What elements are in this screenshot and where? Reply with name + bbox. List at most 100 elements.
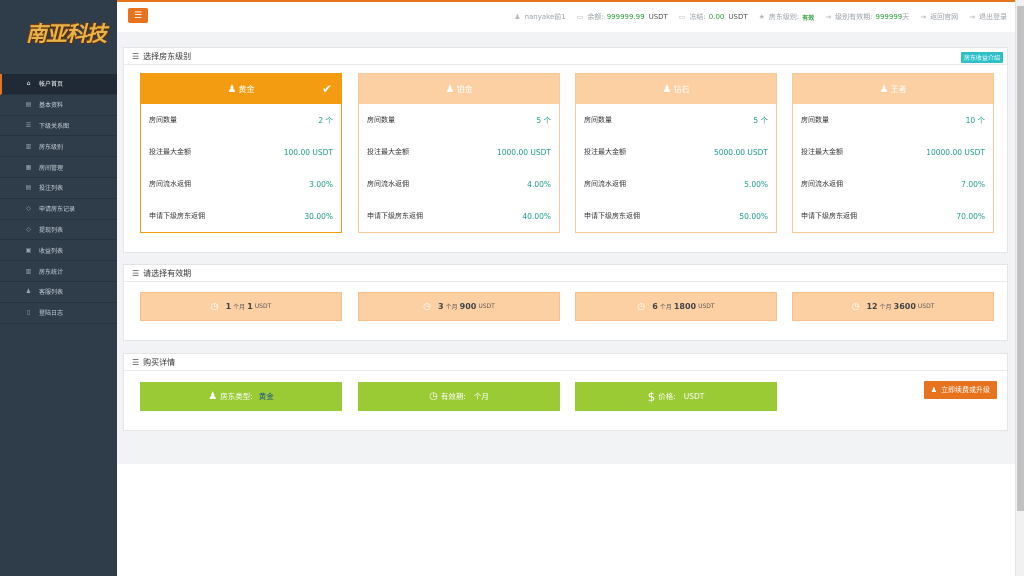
panel-header: ☰ 购买详情	[124, 354, 1007, 371]
sidebar-item[interactable]: ▦ 房间管理	[0, 157, 117, 178]
logout-link-label: 退出登录	[979, 13, 1007, 21]
id-card-icon: ▤	[25, 101, 32, 109]
menu-toggle-button[interactable]: ☰	[128, 8, 148, 23]
table-icon: ▤	[25, 184, 32, 192]
card-title: 王者	[890, 84, 907, 94]
card-row: 房间流水返佣 4.00%	[359, 168, 559, 200]
frozen-unit: USDT	[728, 13, 748, 21]
sidebar-item[interactable]: ▣ 收益列表	[0, 240, 117, 262]
home-link-label: 返回官网	[930, 13, 959, 21]
validity-unit: 天	[902, 13, 910, 21]
bank-icon: ▥	[25, 142, 32, 150]
duration-panel: ☰ 请选择有效期 ◷ 1 个月 1 USDT ◷ 3 个月 900 USDT ◷ 6 个月 1800 USD…	[123, 264, 1008, 341]
panel-title: 请选择有效期	[143, 268, 192, 278]
card-row: 申请下级房东返佣 40.00%	[359, 200, 559, 232]
card-row: 房间流水返佣 7.00%	[793, 168, 993, 200]
row-value: 5 个	[753, 115, 768, 125]
sidebar-item[interactable]: ▤ 基本资料	[0, 95, 117, 116]
check-icon: ✔	[321, 82, 332, 96]
sign-in-icon: ⇥	[825, 13, 832, 21]
level-card[interactable]: ♟ 王者 房间数量 10 个投注最大金额 10000.00 USDT 房间流水返佣 7.00…	[792, 73, 994, 233]
renew-upgrade-label: 立即续费或升级	[941, 386, 990, 394]
sidebar-item[interactable]: ♟ 客服列表	[0, 282, 117, 303]
logo[interactable]: 南亚科技	[26, 18, 112, 54]
level-panel: ☰ 选择房东级别 房东收益介绍 ♟ 黄金 ✔ 房间数量 2 个投注最大金额 100.00 …	[123, 47, 1008, 253]
purchase-panel: ☰ 购买详情 ♟ 房东类型: 黄金 ◷ 有效期: 个月 $ 价格: USDT ♟…	[123, 353, 1008, 431]
months: 12	[866, 302, 878, 311]
card-row: 投注最大金额 1000.00 USDT	[359, 136, 559, 168]
sidebar-item[interactable]: ◇ 提现列表	[0, 220, 117, 241]
building-icon: ▦	[25, 163, 32, 171]
panel-title: 选择房东级别	[143, 51, 192, 61]
month-unit: 个月	[445, 304, 458, 311]
row-label: 房间数量	[801, 116, 829, 124]
sidebar-item[interactable]: ☰ 下级关系图	[0, 116, 117, 137]
user-segment[interactable]: ♟ nanyake前1	[514, 12, 565, 22]
home-link[interactable]: ⇥ 返回官网	[920, 12, 958, 22]
price: 3600	[893, 302, 916, 311]
sidebar-item[interactable]: ▥ 房东级别	[0, 136, 117, 158]
duration-option-button[interactable]: ◷ 1 个月 1 USDT	[140, 292, 342, 321]
sidebar: 南亚科技 ⌂ 帐户首页 ▤ 基本资料 ☰ 下级关系图 ▥ 房东级别 ▦ 房间管理 ▤ 投注列表 ◇ 申请房…	[0, 0, 117, 576]
chart-icon: ▥	[25, 267, 32, 275]
row-label: 房间流水返佣	[367, 180, 409, 188]
sidebar-item[interactable]: ◇ 申请房东记录	[0, 199, 117, 220]
scrollbar[interactable]	[1015, 0, 1024, 576]
panel-header: ☰ 选择房东级别	[124, 48, 1007, 65]
duration-option-button[interactable]: ◷ 3 个月 900 USDT	[358, 292, 560, 321]
row-label: 投注最大金额	[149, 148, 191, 156]
sidebar-item[interactable]: ▯ 登陆日志	[0, 303, 117, 324]
balance-label: 余额:	[587, 13, 604, 21]
row-value: 100.00 USDT	[283, 147, 333, 157]
list-icon: ☰	[132, 51, 140, 61]
months: 6	[652, 302, 658, 311]
card-title: 铂金	[456, 84, 473, 94]
level-card[interactable]: ♟ 钻石 房间数量 5 个投注最大金额 5000.00 USDT 房间流水返佣 5.00% 申…	[575, 73, 777, 233]
star-icon: ★	[758, 13, 765, 21]
sign-out-icon: ⇥	[969, 13, 975, 21]
panel-title: 购买详情	[143, 357, 176, 367]
sidebar-item-label: 房间管理	[39, 164, 64, 172]
row-label: 投注最大金额	[801, 148, 843, 156]
card-row: 申请下级房东返佣 30.00%	[141, 200, 341, 232]
list-icon: ☰	[132, 357, 140, 367]
row-label: 申请下级房东返佣	[367, 212, 423, 220]
sidebar-item[interactable]: ⌂ 帐户首页	[0, 74, 117, 95]
card-row: 申请下级房东返佣 50.00%	[576, 200, 776, 232]
price: 900	[459, 302, 477, 311]
logout-link[interactable]: ⇥ 退出登录	[969, 12, 1007, 22]
row-label: 房间数量	[367, 116, 395, 124]
list-icon: ☰	[25, 121, 32, 129]
card-row: 房间数量 5 个	[359, 104, 559, 136]
level-card[interactable]: ♟ 黄金 ✔ 房间数量 2 个投注最大金额 100.00 USDT 房间流水返佣 3.00% 申…	[140, 73, 342, 233]
row-value: 2 个	[318, 115, 333, 125]
balance-segment: ▭ 余额: 999999.99 USDT	[577, 12, 668, 22]
top-info: ♟ nanyake前1 ▭ 余额: 999999.99 USDT ▭ 冻结: 0…	[503, 12, 1007, 22]
row-label: 房间数量	[584, 116, 612, 124]
list-icon: ☰	[132, 268, 140, 278]
frozen-segment: ▭ 冻结: 0.00 USDT	[679, 12, 748, 22]
card-row: 申请下级房东返佣 70.00%	[793, 200, 993, 232]
sidebar-nav: ⌂ 帐户首页 ▤ 基本资料 ☰ 下级关系图 ▥ 房东级别 ▦ 房间管理 ▤ 投注列表 ◇ 申请房东记录 ◇ 提…	[0, 74, 117, 324]
sidebar-item-label: 帐户首页	[39, 81, 64, 89]
duration-option-button[interactable]: ◷ 12 个月 3600 USDT	[792, 292, 994, 321]
renew-upgrade-button[interactable]: ♟ 立即续费或升级	[923, 381, 997, 399]
clock-icon: ◷	[429, 391, 438, 402]
level-segment: ★ 房东级别: 有效	[759, 12, 815, 22]
validity-box: ◷ 有效期: 个月	[358, 382, 560, 411]
level-card[interactable]: ♟ 铂金 房间数量 5 个投注最大金额 1000.00 USDT 房间流水返佣 4.00% 申…	[358, 73, 560, 233]
row-value: 5.00%	[744, 179, 768, 189]
price-label: 价格:	[658, 392, 676, 401]
sidebar-item-label: 房东级别	[39, 143, 64, 151]
landlord-income-intro-button[interactable]: 房东收益介绍	[960, 52, 1003, 63]
scrollbar-thumb[interactable]	[1017, 6, 1024, 511]
card-row: 房间流水返佣 3.00%	[141, 168, 341, 200]
validity-value: 999999	[875, 13, 903, 21]
months: 3	[438, 302, 444, 311]
duration-option-button[interactable]: ◷ 6 个月 1800 USDT	[575, 292, 777, 321]
row-value: 40.00%	[522, 211, 551, 221]
validity-label: 有效期:	[440, 392, 466, 401]
wallet-icon: ▭	[678, 13, 686, 21]
sidebar-item[interactable]: ▥ 房东统计	[0, 261, 117, 282]
sidebar-item[interactable]: ▤ 投注列表	[0, 178, 117, 199]
